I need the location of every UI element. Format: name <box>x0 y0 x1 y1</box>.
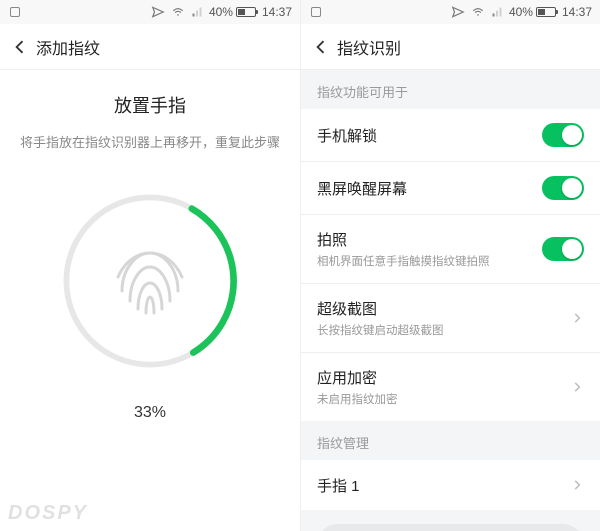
clock: 14:37 <box>262 5 292 19</box>
progress-percent: 33% <box>134 404 166 422</box>
row-sublabel: 相机界面任意手指触摸指纹键拍照 <box>317 253 542 269</box>
chevron-right-icon <box>570 478 584 492</box>
row-label: 超级截图 <box>317 298 570 319</box>
battery-pct: 40% <box>209 5 233 19</box>
toggle-switch[interactable] <box>542 176 584 200</box>
battery-indicator: 40% <box>209 5 256 19</box>
screen-add-fingerprint: 40% 14:37 添加指纹 放置手指 将手指放在指纹识别器上再移开，重复此步骤… <box>0 0 300 531</box>
row-unlock-phone[interactable]: 手机解锁 <box>301 109 600 162</box>
page-title: 指纹识别 <box>337 35 401 59</box>
screen-fingerprint-settings: 40% 14:37 指纹识别 指纹功能可用于 手机解锁 黑屏唤醒屏幕 拍照 相机… <box>300 0 600 531</box>
row-fingerprint-1[interactable]: 手指 1 <box>301 460 600 510</box>
enroll-hint: 将手指放在指纹识别器上再移开，重复此步骤 <box>0 132 300 151</box>
row-label: 拍照 <box>317 229 542 250</box>
fingerprint-progress: 33% <box>0 186 300 422</box>
enroll-heading: 放置手指 <box>0 92 300 118</box>
chevron-right-icon <box>570 380 584 394</box>
row-label: 应用加密 <box>317 367 570 388</box>
header: 指纹识别 <box>301 24 600 70</box>
row-super-screenshot[interactable]: 超级截图 长按指纹键启动超级截图 <box>301 284 600 353</box>
row-wake-screen[interactable]: 黑屏唤醒屏幕 <box>301 162 600 215</box>
send-icon <box>151 5 165 19</box>
chevron-right-icon <box>570 311 584 325</box>
battery-pct: 40% <box>509 5 533 19</box>
status-app-icon <box>311 7 321 17</box>
toggle-switch[interactable] <box>542 237 584 261</box>
row-sublabel: 长按指纹键启动超级截图 <box>317 322 570 338</box>
row-label: 黑屏唤醒屏幕 <box>317 178 542 199</box>
page-title: 添加指纹 <box>36 35 100 59</box>
row-app-encryption[interactable]: 应用加密 未启用指纹加密 <box>301 353 600 421</box>
add-fingerprint-button[interactable]: 添加指纹 <box>317 524 584 531</box>
header: 添加指纹 <box>0 24 300 70</box>
battery-indicator: 40% <box>509 5 556 19</box>
status-bar: 40% 14:37 <box>0 0 300 24</box>
section-title-functions: 指纹功能可用于 <box>301 70 600 109</box>
toggle-switch[interactable] <box>542 123 584 147</box>
row-label: 手指 1 <box>317 475 570 496</box>
send-icon <box>451 5 465 19</box>
status-app-icon <box>10 7 20 17</box>
signal-icon <box>491 6 503 18</box>
wifi-icon <box>171 5 185 19</box>
row-camera-shutter[interactable]: 拍照 相机界面任意手指触摸指纹键拍照 <box>301 215 600 284</box>
status-bar: 40% 14:37 <box>301 0 600 24</box>
clock: 14:37 <box>562 5 592 19</box>
wifi-icon <box>471 5 485 19</box>
back-icon[interactable] <box>311 37 331 57</box>
row-sublabel: 未启用指纹加密 <box>317 391 570 407</box>
row-label: 手机解锁 <box>317 125 542 146</box>
signal-icon <box>191 6 203 18</box>
section-title-manage: 指纹管理 <box>301 421 600 460</box>
fingerprint-icon <box>100 231 200 331</box>
back-icon[interactable] <box>10 37 30 57</box>
